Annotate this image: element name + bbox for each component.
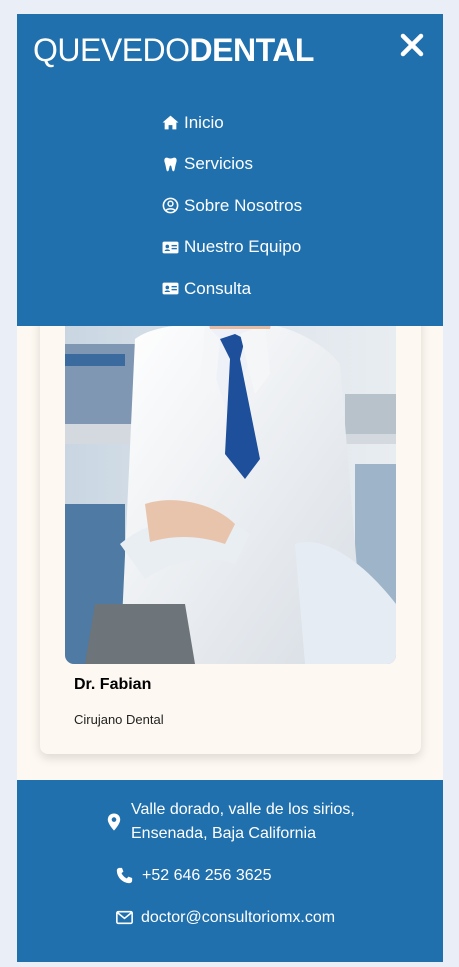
home-icon xyxy=(162,115,179,130)
location-pin-icon xyxy=(107,813,121,831)
nav-item-consulta[interactable]: Consulta xyxy=(162,268,302,310)
mobile-nav-menu: QUEVEDODENTAL Inicio Servicios Sobre Nos… xyxy=(17,14,443,326)
page-frame: QUEVEDODENTAL Inicio Servicios Sobre Nos… xyxy=(17,14,443,962)
nav-item-nuestro-equipo[interactable]: Nuestro Equipo xyxy=(162,227,302,269)
nav-item-label: Servicios xyxy=(184,154,253,174)
phone-number: +52 646 256 3625 xyxy=(142,867,272,884)
nav-menu-list: Inicio Servicios Sobre Nosotros Nuestro … xyxy=(162,102,302,310)
doctor-photo xyxy=(65,304,396,664)
address-line-2: Ensenada, Baja California xyxy=(131,825,317,842)
team-member-card: Dr. Fabian Cirujano Dental xyxy=(40,304,421,754)
address-line-1: Valle dorado, valle de los sirios, xyxy=(131,801,355,818)
brand-logo[interactable]: QUEVEDODENTAL xyxy=(33,32,314,69)
address-row: Valle dorado, valle de los sirios, Ensen… xyxy=(107,798,355,846)
email-row[interactable]: doctor@consultoriomx.com xyxy=(116,906,335,930)
logo-light-text: QUEVEDO xyxy=(33,32,190,68)
contact-footer: Valle dorado, valle de los sirios, Ensen… xyxy=(17,780,443,962)
phone-row[interactable]: +52 646 256 3625 xyxy=(116,864,271,888)
email-address: doctor@consultoriomx.com xyxy=(141,909,336,926)
nav-item-servicios[interactable]: Servicios xyxy=(162,144,302,186)
id-card-icon xyxy=(162,282,179,295)
close-icon[interactable] xyxy=(399,32,425,58)
tooth-icon xyxy=(164,157,177,171)
nav-item-label: Nuestro Equipo xyxy=(184,237,302,257)
phone-icon xyxy=(116,867,133,884)
id-card-icon xyxy=(162,241,179,254)
logo-bold-text: DENTAL xyxy=(189,32,315,68)
envelope-icon xyxy=(116,910,133,925)
doctor-name: Dr. Fabian xyxy=(74,676,152,693)
nav-item-label: Consulta xyxy=(184,278,252,298)
nav-item-sobre-nosotros[interactable]: Sobre Nosotros xyxy=(162,185,302,227)
nav-item-inicio[interactable]: Inicio xyxy=(162,102,302,144)
nav-item-label: Sobre Nosotros xyxy=(184,195,303,215)
nav-item-label: Inicio xyxy=(184,112,224,132)
user-circle-icon xyxy=(162,197,179,214)
doctor-role: Cirujano Dental xyxy=(74,712,164,727)
